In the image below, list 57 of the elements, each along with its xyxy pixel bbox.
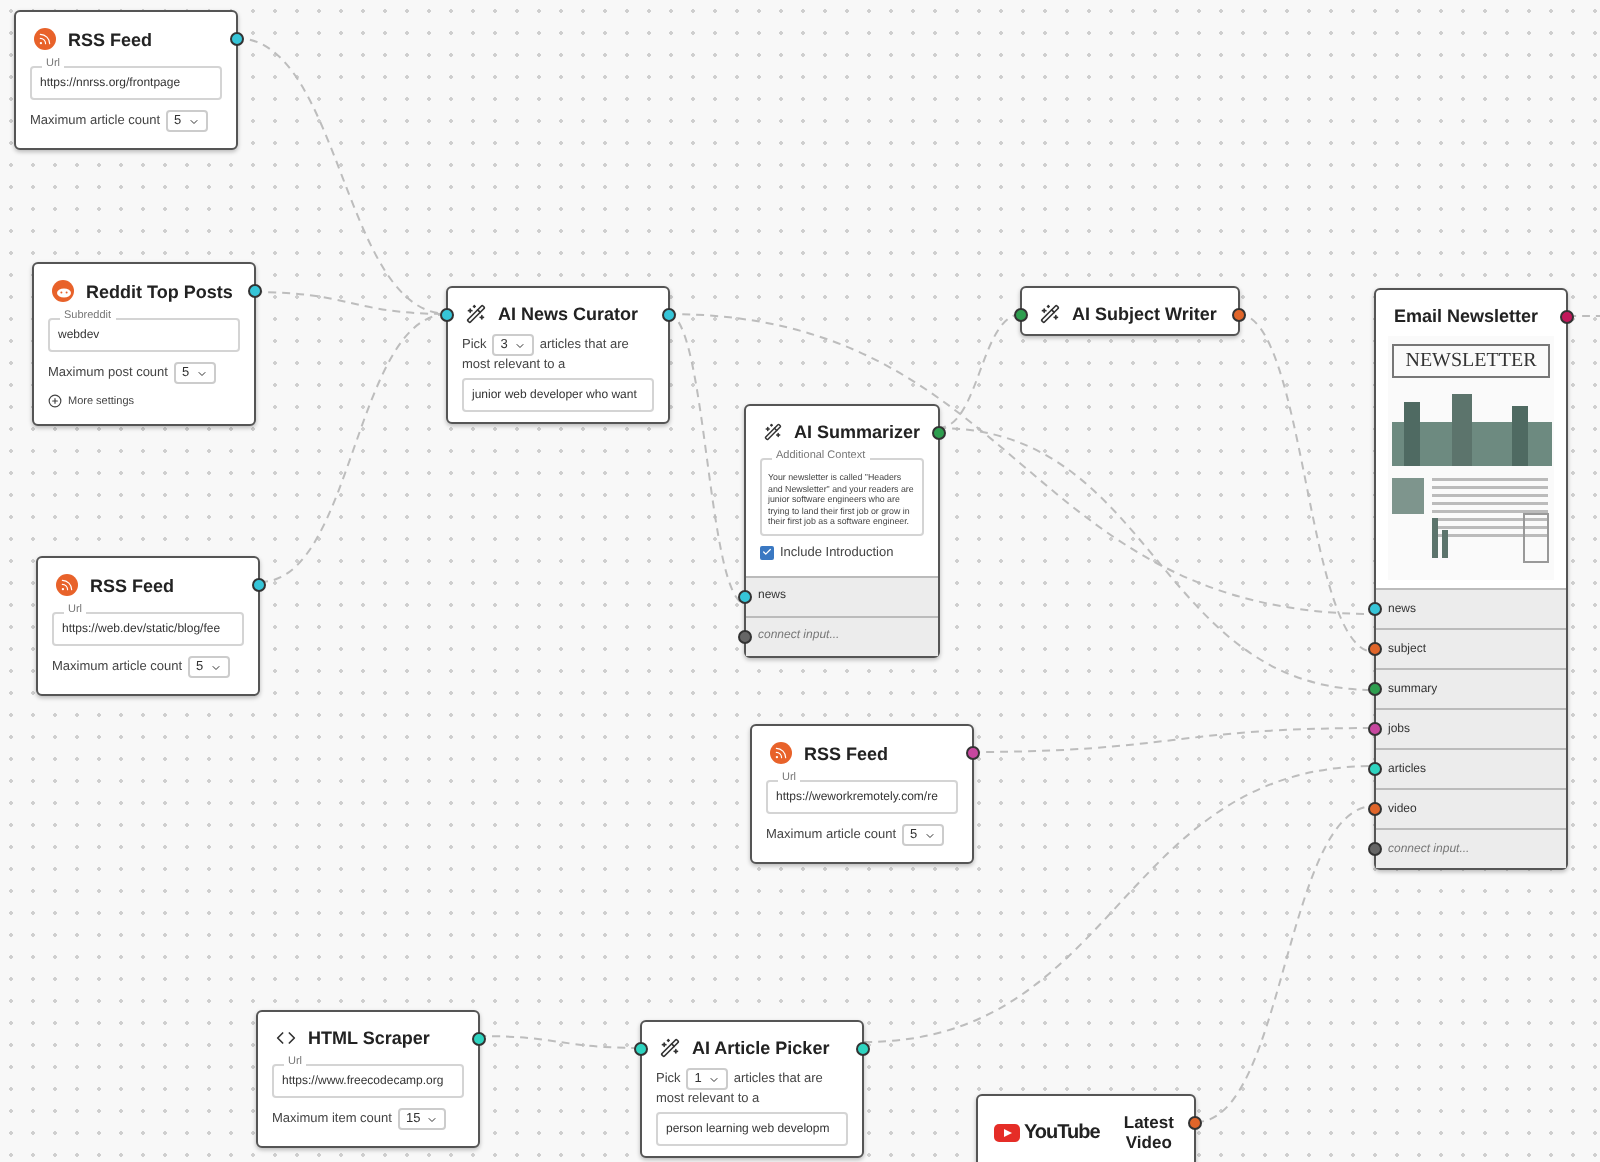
rss-icon bbox=[56, 574, 78, 596]
output-port[interactable] bbox=[472, 1032, 486, 1046]
output-port[interactable] bbox=[662, 308, 676, 322]
input-port[interactable] bbox=[1368, 642, 1382, 656]
workflow-node[interactable] bbox=[744, 404, 940, 657]
node-title: HTML Scraper bbox=[308, 1028, 430, 1048]
output-port[interactable] bbox=[1232, 308, 1246, 322]
input-port[interactable] bbox=[1014, 308, 1028, 322]
magic-wand-icon bbox=[764, 422, 782, 442]
input-port[interactable] bbox=[1368, 722, 1382, 736]
chevron-down-icon bbox=[209, 661, 222, 673]
input-port[interactable] bbox=[440, 308, 454, 322]
input-port[interactable] bbox=[634, 1042, 648, 1056]
node-title: Latest Video bbox=[1121, 1112, 1176, 1153]
output-port[interactable] bbox=[252, 578, 266, 592]
code-icon bbox=[276, 1028, 296, 1048]
plus-icon bbox=[48, 394, 62, 408]
output-port[interactable] bbox=[1560, 310, 1574, 324]
output-port[interactable] bbox=[248, 284, 262, 298]
chevron-down-icon bbox=[707, 1073, 720, 1085]
output-port[interactable] bbox=[856, 1042, 870, 1056]
node-title: RSS Feed bbox=[68, 29, 153, 49]
input-port[interactable] bbox=[1368, 762, 1382, 776]
output-port[interactable] bbox=[230, 32, 244, 46]
input-port[interactable] bbox=[1368, 802, 1382, 816]
chevron-down-icon bbox=[513, 339, 526, 351]
empty-input-port[interactable] bbox=[738, 629, 752, 643]
output-port[interactable] bbox=[966, 746, 980, 760]
chevron-down-icon bbox=[426, 1113, 439, 1125]
checkbox[interactable] bbox=[760, 545, 774, 559]
magic-wand-icon bbox=[466, 304, 486, 324]
chevron-down-icon bbox=[187, 115, 200, 127]
input-port[interactable] bbox=[738, 589, 752, 603]
input-port[interactable] bbox=[1368, 602, 1382, 616]
node-title: Email Newsletter bbox=[1394, 306, 1539, 326]
chevron-down-icon bbox=[923, 829, 936, 841]
youtube-logo: YouTube bbox=[994, 1121, 1100, 1144]
output-port[interactable] bbox=[1188, 1116, 1202, 1130]
magic-wand-icon bbox=[1040, 304, 1060, 324]
node-title: Reddit Top Posts bbox=[86, 281, 233, 301]
chevron-down-icon bbox=[195, 367, 208, 379]
node-title: AI Summarizer bbox=[793, 422, 920, 442]
node-title: AI News Curator bbox=[498, 304, 639, 324]
workflow-node[interactable]: YouTube Latest Video bbox=[976, 1094, 1196, 1162]
rss-icon bbox=[770, 742, 792, 764]
node-title: AI Subject Writer bbox=[1072, 304, 1217, 324]
output-port[interactable] bbox=[932, 426, 946, 440]
rss-icon bbox=[34, 28, 56, 50]
magic-wand-icon bbox=[660, 1038, 680, 1058]
input-port[interactable] bbox=[1368, 682, 1382, 696]
alien-icon bbox=[52, 280, 74, 302]
illustration-heading: NEWSLETTER bbox=[1391, 344, 1551, 378]
node-title: RSS Feed bbox=[90, 575, 175, 595]
empty-input-port[interactable] bbox=[1368, 842, 1382, 856]
node-title: AI Article Picker bbox=[692, 1038, 830, 1058]
node-title: RSS Feed bbox=[804, 743, 889, 763]
workflow-node[interactable]: AI Subject Writer bbox=[1020, 286, 1240, 336]
